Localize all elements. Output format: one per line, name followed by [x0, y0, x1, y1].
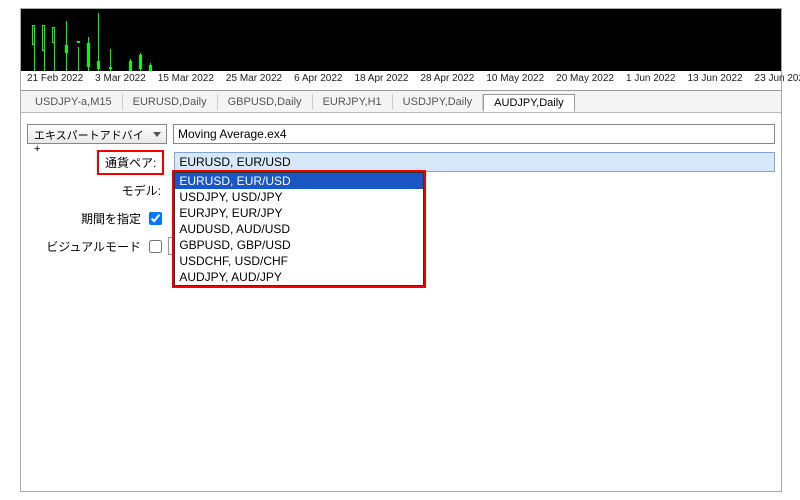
currency-pair-label: 通貨ペア:	[99, 152, 162, 173]
date-tick: 20 May 2022	[550, 73, 620, 90]
period-checkbox[interactable]	[149, 212, 162, 225]
tester-panel: エキスパートアドバイ+ Moving Average.ex4 通貨ペア: EUR…	[21, 113, 781, 273]
date-tick: 25 Mar 2022	[220, 73, 288, 90]
app-frame: 21 Feb 20223 Mar 202215 Mar 202225 Mar 2…	[20, 8, 782, 492]
date-tick: 3 Mar 2022	[89, 73, 152, 90]
expert-advisor-dropdown[interactable]: エキスパートアドバイ+	[27, 124, 167, 144]
date-tick: 28 Apr 2022	[414, 73, 480, 90]
expert-advisor-row: エキスパートアドバイ+ Moving Average.ex4	[27, 123, 775, 145]
date-tick: 21 Feb 2022	[21, 73, 89, 90]
currency-pair-option[interactable]: AUDJPY, AUD/JPY	[175, 269, 423, 285]
expert-advisor-field[interactable]: Moving Average.ex4	[173, 124, 775, 144]
date-tick: 6 Apr 2022	[288, 73, 348, 90]
chart-tab[interactable]: AUDJPY,Daily	[483, 94, 575, 112]
currency-pair-combo-wrap: EURUSD, EUR/USD EURUSD, EUR/USDUSDJPY, U…	[174, 152, 775, 172]
currency-pair-option[interactable]: EURUSD, EUR/USD	[175, 173, 423, 189]
currency-pair-option[interactable]: AUDUSD, AUD/USD	[175, 221, 423, 237]
currency-pair-option[interactable]: USDJPY, USD/JPY	[175, 189, 423, 205]
date-tick: 13 Jun 2022	[681, 73, 748, 90]
date-axis: 21 Feb 20223 Mar 202215 Mar 202225 Mar 2…	[21, 71, 781, 91]
currency-pair-option[interactable]: USDCHF, USD/CHF	[175, 253, 423, 269]
chart-tab[interactable]: USDJPY,Daily	[393, 94, 484, 110]
visual-mode-checkbox[interactable]	[149, 240, 162, 253]
date-tick: 18 Apr 2022	[348, 73, 414, 90]
chart-tab[interactable]: GBPUSD,Daily	[218, 94, 313, 110]
chart-tab[interactable]: EURJPY,H1	[313, 94, 393, 110]
model-label: モデル:	[27, 182, 167, 199]
currency-pair-row: 通貨ペア: EURUSD, EUR/USD EURUSD, EUR/USDUSD…	[27, 151, 775, 173]
date-tick: 10 May 2022	[480, 73, 550, 90]
chart-tab[interactable]: USDJPY-a,M15	[25, 94, 123, 110]
date-tick: 1 Jun 2022	[620, 73, 682, 90]
candlestick-chart	[21, 9, 781, 71]
chart-tab[interactable]: EURUSD,Daily	[123, 94, 218, 110]
currency-pair-option[interactable]: GBPUSD, GBP/USD	[175, 237, 423, 253]
chart-tab-bar: USDJPY-a,M15EURUSD,DailyGBPUSD,DailyEURJ…	[21, 91, 781, 113]
currency-pair-dropdown-list[interactable]: EURUSD, EUR/USDUSDJPY, USD/JPYEURJPY, EU…	[174, 172, 424, 286]
currency-pair-option[interactable]: EURJPY, EUR/JPY	[175, 205, 423, 221]
date-tick: 23 Jun 2022	[749, 73, 800, 90]
currency-pair-combo[interactable]: EURUSD, EUR/USD	[174, 152, 775, 172]
period-label: 期間を指定	[27, 210, 147, 227]
visual-mode-label: ビジュアルモード	[27, 238, 147, 255]
date-tick: 15 Mar 2022	[152, 73, 220, 90]
